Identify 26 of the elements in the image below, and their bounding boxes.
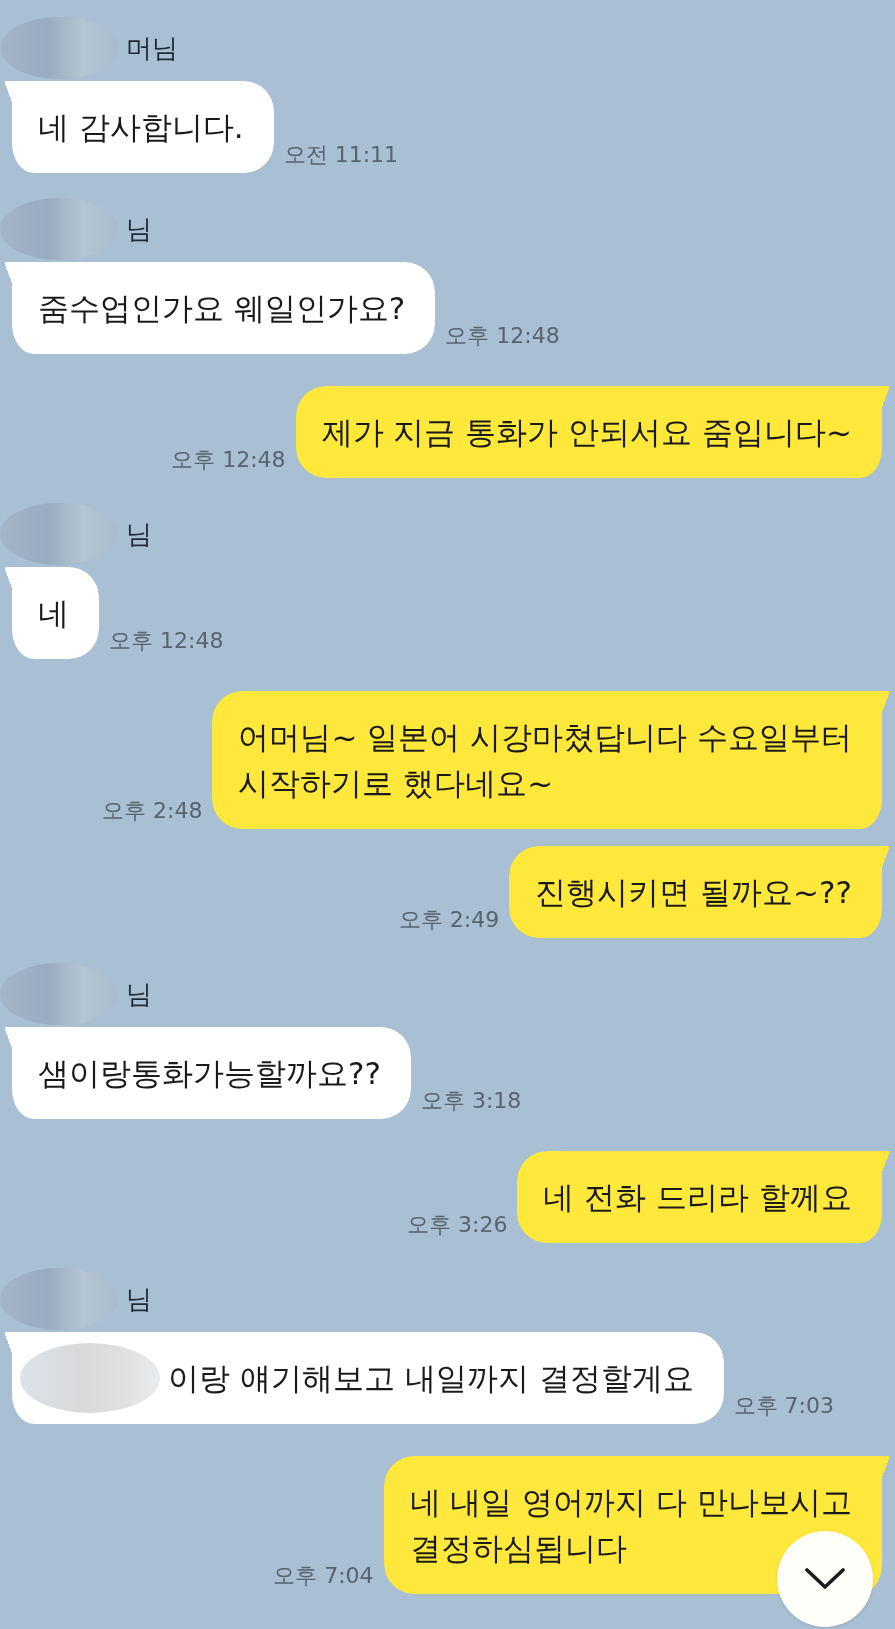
message-time: 오후 2:49 <box>398 906 500 934</box>
message-text: 네 <box>38 594 69 633</box>
message-time: 오후 3:18 <box>420 1087 522 1115</box>
message-time: 오후 3:26 <box>407 1211 508 1239</box>
message-text: 샘이랑통화가능할까요?? <box>38 1054 381 1093</box>
chevron-down-icon <box>805 1568 845 1590</box>
message-time: 오후 12:48 <box>171 446 286 474</box>
sender-name: 님 <box>126 1282 152 1316</box>
message-time: 오전 11:11 <box>283 141 399 169</box>
message-time: 오후 12:48 <box>109 627 224 655</box>
message-text: 진행시키면 될까요~?? <box>535 873 852 912</box>
message-text: 이랑 얘기해보고 내일까지 결정할게요 <box>168 1359 694 1398</box>
message-time: 오후 12:48 <box>445 322 560 350</box>
message-text: 네 전화 드리라 할께요 <box>543 1178 852 1217</box>
message-text: 네 내일 영어까지 다 만나보시고 결정하심됩니다 <box>409 1483 852 1568</box>
message-time: 오후 7:03 <box>733 1392 834 1420</box>
message-time: 오후 2:48 <box>102 797 203 825</box>
sender-name: 님 <box>126 977 152 1011</box>
message-text: 제가 지금 통화가 안되서요 줌입니다~ <box>321 413 852 452</box>
message-time: 오후 7:04 <box>273 1562 374 1590</box>
message-text: 어머님~ 일본어 시강마쳤답니다 수요일부터 시작하기로 했다네요~ <box>238 718 852 803</box>
message-text: 줌수업인가요 웨일인가요? <box>38 289 406 328</box>
sender-name: 님 <box>126 212 152 246</box>
message-text: 네 감사합니다. <box>38 108 244 147</box>
sender-name: 님 <box>126 517 152 551</box>
sender-name: 머님 <box>126 31 178 65</box>
